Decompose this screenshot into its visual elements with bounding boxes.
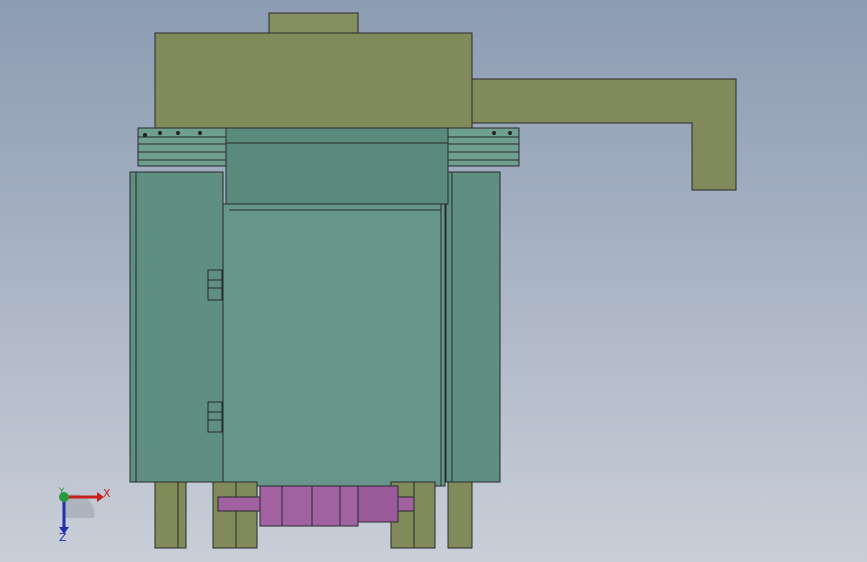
- leg-1: [154, 481, 187, 549]
- left-side-panel: [129, 171, 224, 483]
- y-axis-label: Y: [59, 487, 65, 497]
- gear-rack-lower: [207, 401, 223, 433]
- cad-model-drawing[interactable]: [0, 0, 867, 562]
- main-front-panel: [222, 203, 446, 487]
- view-triad: [59, 492, 104, 534]
- right-side-panel: [445, 171, 501, 483]
- motor-body: [259, 485, 359, 527]
- motor-coupling: [357, 485, 399, 523]
- central-hood: [225, 127, 449, 205]
- leg-2: [212, 481, 258, 549]
- top-duct: [268, 12, 359, 35]
- cad-model-viewport[interactable]: X Y Z: [0, 0, 867, 562]
- olive-hopper-block: [154, 32, 473, 129]
- gear-rack-upper: [207, 269, 223, 301]
- leg-4: [447, 481, 473, 549]
- x-axis-label: X: [103, 487, 111, 500]
- z-axis-label: Z: [59, 531, 67, 544]
